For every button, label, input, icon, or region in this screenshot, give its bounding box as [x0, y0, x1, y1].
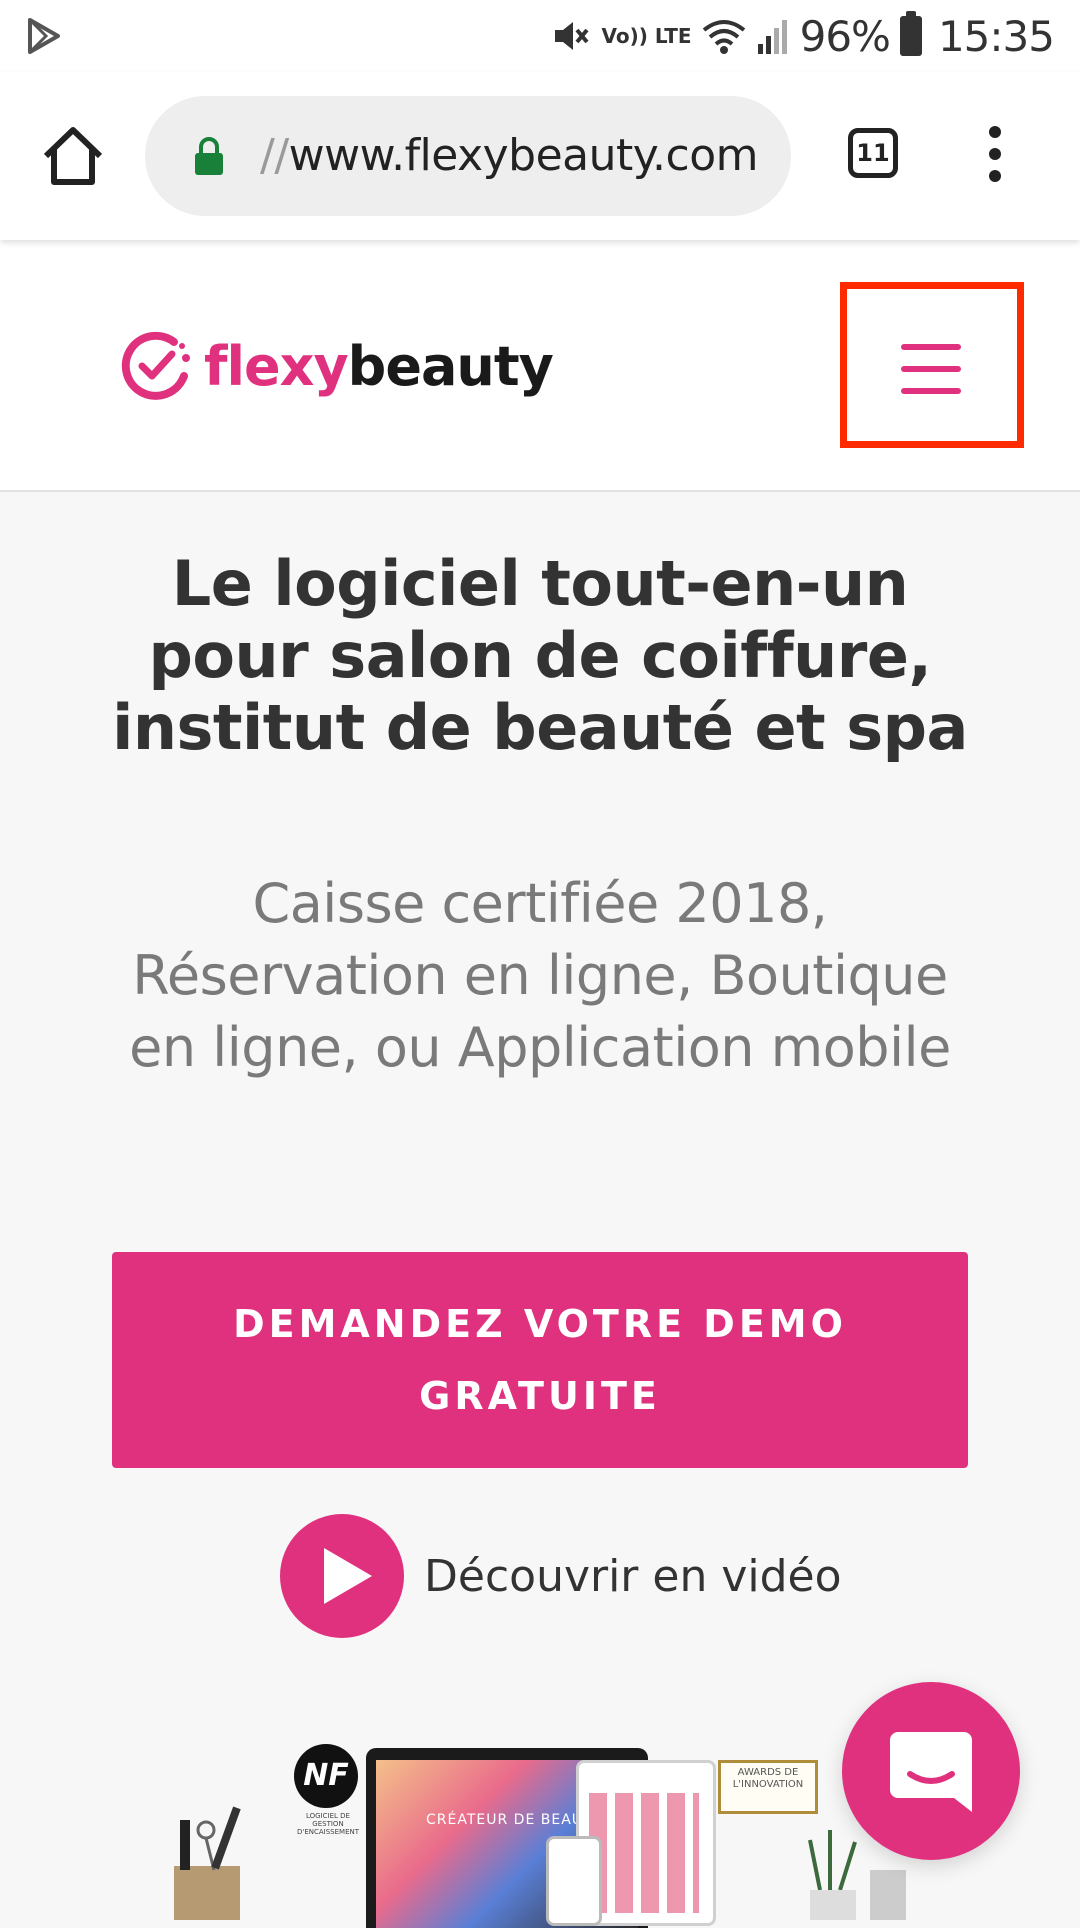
chat-icon [890, 1732, 972, 1812]
cta-line: DEMANDEZ VOTRE DEMO [233, 1302, 847, 1346]
hamburger-bar [901, 344, 961, 350]
url-text[interactable]: //www.flexybeauty.com [260, 96, 758, 216]
overflow-menu-icon[interactable] [980, 126, 1010, 186]
hero-subtitle-line: en ligne, ou Application mobile [129, 1016, 951, 1079]
hamburger-menu-button[interactable] [840, 282, 1024, 448]
hamburger-bar [901, 366, 961, 372]
tab-switcher-button[interactable]: 11 [848, 128, 898, 178]
logo-beauty: beauty [347, 334, 554, 398]
hero-subtitle: Caisse certifiée 2018, Réservation en li… [60, 868, 1020, 1084]
salon-tools-illustration [174, 1806, 241, 1920]
nf-caption: LOGICIEL DE GESTION D'ENCAISSEMENT [297, 1812, 359, 1836]
url-host: www.flexybeauty.com [288, 130, 759, 181]
phone-mockup [546, 1836, 602, 1926]
browser-toolbar: //www.flexybeauty.com 11 [0, 72, 1080, 240]
watch-video-link[interactable]: Découvrir en vidéo [280, 1514, 842, 1638]
logo-flexy: flexy [204, 334, 349, 398]
signal-icon [757, 20, 787, 54]
clock-logo-icon [121, 331, 190, 400]
clock: 15:35 [937, 11, 1055, 61]
hamburger-bar [901, 388, 961, 394]
battery-icon [899, 11, 922, 56]
battery-percent: 96% [799, 11, 891, 61]
hero-title-line: pour salon de coiffure, [148, 619, 932, 692]
site-header: flexybeauty [0, 240, 1080, 492]
cta-line: GRATUITE [419, 1374, 661, 1418]
chat-launcher-button[interactable] [842, 1682, 1020, 1860]
mute-icon [555, 22, 590, 50]
volte-indicator: Vo)) LTE [601, 24, 692, 48]
logo-wordmark: flexybeauty [204, 334, 554, 398]
play-store-icon [28, 18, 60, 54]
hero-title: Le logiciel tout-en-un pour salon de coi… [60, 548, 1020, 764]
status-icons: Vo)) LTE 96% 15:35 [551, 8, 1055, 64]
status-bar: Vo)) LTE 96% 15:35 [0, 0, 1080, 72]
hero-subtitle-line: Caisse certifiée 2018, [252, 872, 828, 935]
award-line: L'INNOVATION [732, 1779, 804, 1790]
hero-title-line: Le logiciel tout-en-un [171, 547, 909, 620]
hero-title-line: institut de beauté et spa [112, 691, 968, 764]
play-video-icon[interactable] [280, 1514, 404, 1638]
lock-icon [195, 137, 223, 175]
home-icon[interactable] [38, 122, 108, 192]
url-scheme: // [260, 130, 289, 181]
address-bar[interactable]: //www.flexybeauty.com [145, 96, 791, 216]
wifi-icon [702, 20, 745, 54]
nf-certification-badge: NF [294, 1744, 358, 1808]
video-label: Découvrir en vidéo [424, 1550, 842, 1602]
demo-request-button[interactable]: DEMANDEZ VOTRE DEMO GRATUITE [112, 1252, 968, 1468]
innovation-award-badge: AWARDS DE L'INNOVATION [718, 1760, 818, 1814]
site-logo[interactable]: flexybeauty [118, 326, 554, 406]
award-line: AWARDS DE [737, 1767, 799, 1778]
hero-subtitle-line: Réservation en ligne, Boutique [132, 944, 948, 1007]
